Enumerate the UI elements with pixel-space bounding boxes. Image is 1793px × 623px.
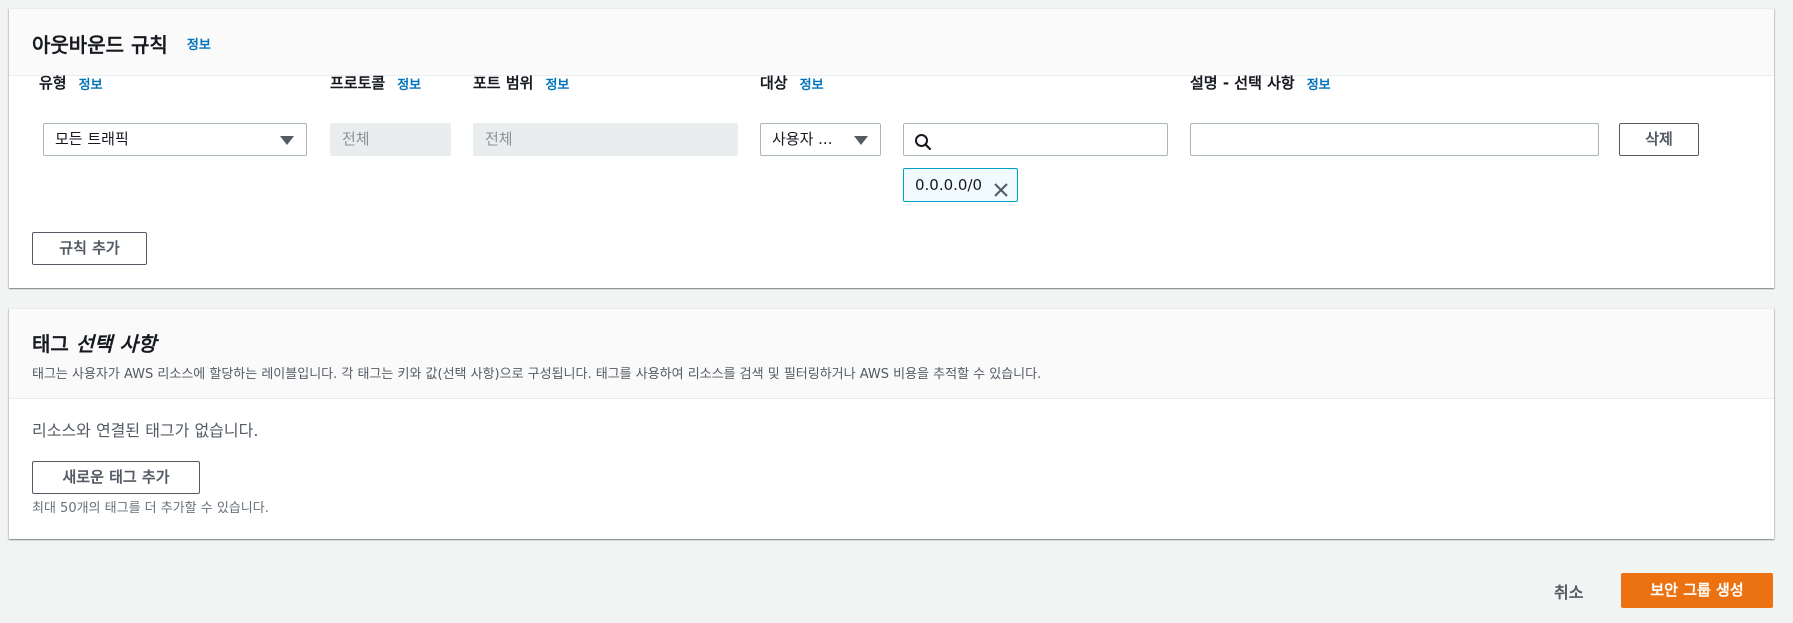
tags-description: 태그는 사용자가 AWS 리소스에 할당하는 레이블입니다. 각 태그는 키와 … [32,367,1042,382]
protocol-input[interactable]: 전체 [330,123,451,156]
tags-panel: 태그 선택 사항 태그는 사용자가 AWS 리소스에 할당하는 레이블입니다. … [9,308,1774,539]
type-info-link[interactable]: 정보 [79,74,103,93]
destination-column-label: 대상 정보 [760,74,824,93]
close-icon[interactable] [993,177,1009,197]
port-range-placeholder: 전체 [485,130,513,148]
port-range-input[interactable]: 전체 [473,123,738,156]
port-range-column-label: 포트 범위 정보 [473,74,570,93]
description-input[interactable] [1190,123,1599,156]
outbound-rules-panel: 아웃바운드 규칙 정보 유형 정보 프로토콜 정보 포트 범위 정보 대상 정보 설명 … [9,8,1774,288]
protocol-column-label: 프로토콜 정보 [330,74,422,93]
caret-down-icon [854,136,868,145]
type-select-value: 모든 트래픽 [55,130,129,148]
create-security-group-button[interactable]: 보안 그룹 생성 [1621,573,1773,608]
no-tags-text: 리소스와 연결된 태그가 없습니다. [32,421,259,440]
cidr-token: 0.0.0.0/0 [903,168,1018,202]
protocol-info-link[interactable]: 정보 [397,74,421,93]
delete-rule-button[interactable]: 삭제 [1619,123,1699,156]
outbound-info-link[interactable]: 정보 [187,34,211,53]
add-rule-button[interactable]: 규칙 추가 [32,232,147,265]
caret-down-icon [280,136,294,145]
search-icon [914,131,932,151]
tags-title: 태그 선택 사항 [32,332,157,356]
description-column-label: 설명 - 선택 사항 정보 [1190,74,1331,93]
type-select[interactable]: 모든 트래픽 [43,123,307,156]
outbound-rules-header: 아웃바운드 규칙 정보 [9,9,1774,76]
outbound-rules-title: 아웃바운드 규칙 [32,33,168,57]
port-range-info-link[interactable]: 정보 [545,74,569,93]
tags-title-optional: 선택 사항 [75,332,157,356]
add-tag-button[interactable]: 새로운 태그 추가 [32,461,200,494]
destination-info-link[interactable]: 정보 [800,74,824,93]
destination-type-select[interactable]: 사용자 ... [760,123,881,156]
protocol-placeholder: 전체 [342,130,370,148]
cancel-button[interactable]: 취소 [1554,579,1583,603]
type-column-label: 유형 정보 [39,74,103,93]
destination-search-input[interactable] [903,123,1168,156]
cidr-token-label: 0.0.0.0/0 [915,176,983,194]
tag-limit-text: 최대 50개의 태그를 더 추가할 수 있습니다. [32,501,269,516]
description-info-link[interactable]: 정보 [1307,74,1331,93]
destination-type-value: 사용자 ... [772,130,833,148]
tags-header: 태그 선택 사항 태그는 사용자가 AWS 리소스에 할당하는 레이블입니다. … [9,309,1774,399]
